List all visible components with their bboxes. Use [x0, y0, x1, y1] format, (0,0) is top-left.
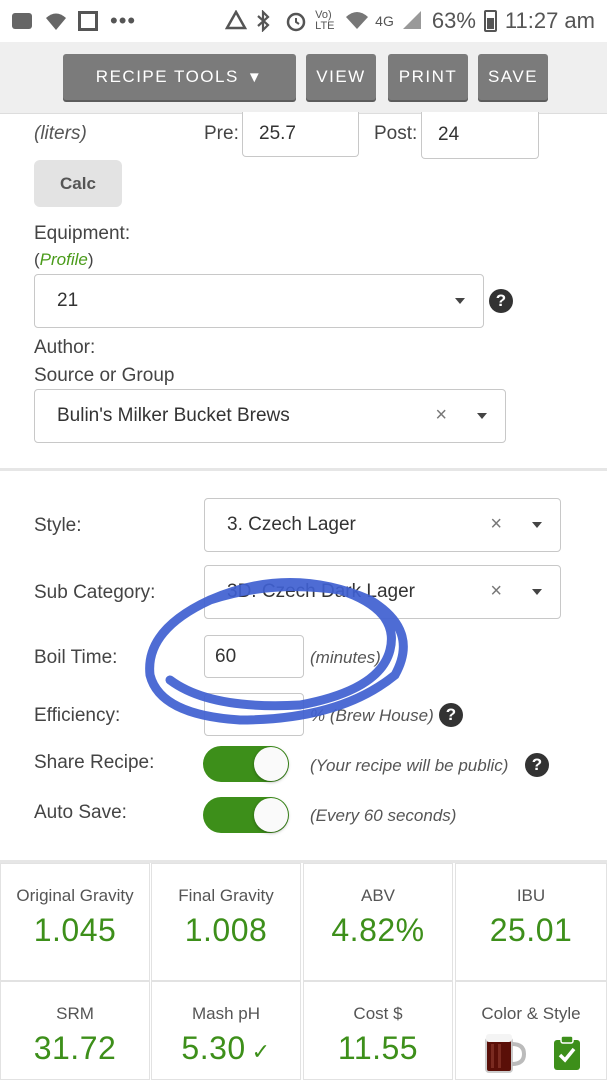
check-icon: ✓	[251, 1039, 271, 1064]
author-label: Author:	[34, 337, 96, 358]
stat-label: Original Gravity	[16, 886, 134, 905]
equipment-value: 21	[57, 290, 79, 311]
efficiency-label: Efficiency:	[34, 705, 121, 726]
author-select[interactable]: Bulin's Milker Bucket Brews ×	[34, 389, 506, 443]
post-boil-label: Post:	[374, 123, 418, 144]
stat-cost: Cost $ 11.55	[303, 981, 453, 1080]
chevron-down-icon	[532, 522, 542, 528]
toggle-knob	[254, 747, 288, 781]
volume-unit-label: (liters)	[34, 123, 87, 144]
equipment-select[interactable]: 21	[34, 274, 484, 328]
clipboard-check-icon	[554, 1036, 580, 1070]
caret-down-icon: ▼	[246, 68, 264, 86]
chevron-down-icon	[532, 589, 542, 595]
volte-indicator: Vo) LTE	[315, 9, 335, 32]
stat-label: Final Gravity	[178, 886, 274, 905]
clear-icon[interactable]: ×	[435, 404, 447, 427]
stat-value: 31.72	[33, 1030, 117, 1066]
calc-button[interactable]: Calc	[34, 160, 122, 207]
share-help-icon[interactable]: ?	[525, 753, 549, 777]
equipment-help-icon[interactable]: ?	[489, 289, 513, 313]
author-sub-label: Source or Group	[34, 365, 175, 386]
recipe-toolbar: RECIPE TOOLS ▼ VIEW PRINT SAVE	[0, 42, 607, 114]
stat-final-gravity: Final Gravity 1.008	[151, 863, 301, 981]
wifi-notification-icon	[44, 10, 66, 32]
efficiency-help-icon[interactable]: ?	[439, 703, 463, 727]
profile-link[interactable]: Profile	[40, 250, 88, 269]
signal-icon	[402, 10, 424, 32]
stat-label: Mash pH	[191, 1004, 261, 1023]
recycle-icon	[225, 9, 248, 32]
more-notifications-icon: •••	[110, 8, 137, 33]
toggle-knob	[254, 798, 288, 832]
stat-original-gravity: Original Gravity 1.045	[0, 863, 150, 981]
sub-category-label: Sub Category:	[34, 582, 156, 603]
equipment-profile-note: (Profile)	[34, 250, 94, 270]
recipe-tools-button[interactable]: RECIPE TOOLS ▼	[63, 54, 296, 100]
bluetooth-icon	[255, 9, 277, 33]
stat-mash-ph: Mash pH 5.30 ✓	[151, 981, 301, 1080]
stat-value: 11.55	[337, 1030, 419, 1066]
chevron-down-icon	[477, 413, 487, 419]
status-bar: ••• Vo) LTE 4G 63% 11:27 am	[0, 0, 607, 42]
efficiency-input[interactable]	[204, 693, 304, 736]
share-recipe-label: Share Recipe:	[34, 752, 155, 773]
stat-label: ABV	[360, 886, 396, 905]
auto-save-toggle[interactable]	[203, 797, 289, 833]
pre-boil-label: Pre:	[204, 123, 239, 144]
beer-mug-icon	[485, 1034, 526, 1073]
stat-value: 5.30 ✓	[152, 1030, 300, 1067]
boil-time-unit: (minutes)	[310, 648, 381, 667]
stat-srm: SRM 31.72	[0, 981, 150, 1080]
stat-value: 4.82%	[331, 912, 425, 948]
equipment-label: Equipment:	[34, 223, 131, 244]
post-boil-input[interactable]: 24	[421, 112, 539, 159]
auto-save-label: Auto Save:	[34, 802, 127, 823]
stat-label: SRM	[56, 1004, 94, 1023]
pre-boil-input[interactable]: 25.7	[242, 112, 359, 157]
boil-time-label: Boil Time:	[34, 647, 118, 668]
paren-close: )	[87, 250, 94, 269]
clock: 11:27 am	[504, 8, 595, 33]
save-button[interactable]: SAVE	[478, 54, 548, 100]
alarm-icon	[285, 10, 307, 32]
stat-abv: ABV 4.82%	[303, 863, 453, 981]
print-button[interactable]: PRINT	[388, 54, 468, 100]
wifi-icon	[345, 10, 369, 32]
auto-save-note: (Every 60 seconds)	[310, 806, 457, 825]
stat-label: Color & Style	[481, 1004, 581, 1023]
sub-category-select[interactable]: 3D. Czech Dark Lager ×	[204, 565, 561, 619]
author-value: Bulin's Milker Bucket Brews	[57, 405, 290, 426]
boil-time-input[interactable]: 60	[204, 635, 304, 678]
share-recipe-note: (Your recipe will be public)	[310, 756, 509, 775]
section-divider	[0, 468, 607, 471]
stat-value: 25.01	[489, 912, 573, 948]
view-button[interactable]: VIEW	[306, 54, 376, 100]
sub-category-value: 3D. Czech Dark Lager	[227, 581, 415, 602]
style-label: Style:	[34, 515, 82, 536]
share-recipe-toggle[interactable]	[203, 746, 289, 782]
clear-icon[interactable]: ×	[490, 580, 502, 603]
network-type: 4G	[375, 13, 394, 29]
recipe-tools-label: RECIPE TOOLS	[95, 67, 239, 86]
stat-value: 1.045	[33, 912, 117, 948]
mash-ph-value: 5.30	[181, 1030, 246, 1066]
battery-icon	[483, 10, 497, 32]
style-value: 3. Czech Lager	[227, 514, 356, 535]
clear-icon[interactable]: ×	[490, 513, 502, 536]
stat-label: Cost $	[353, 1004, 403, 1023]
chevron-down-icon	[455, 298, 465, 304]
flipboard-icon	[78, 11, 98, 31]
stat-color-style: Color & Style	[455, 981, 607, 1080]
style-select[interactable]: 3. Czech Lager ×	[204, 498, 561, 552]
stat-label: IBU	[516, 886, 546, 905]
stat-ibu: IBU 25.01	[455, 863, 607, 981]
battery-percent: 63%	[431, 8, 476, 33]
stat-value: 1.008	[184, 912, 268, 948]
chat-notification-icon	[12, 13, 32, 29]
efficiency-unit: % (Brew House)	[310, 706, 434, 725]
